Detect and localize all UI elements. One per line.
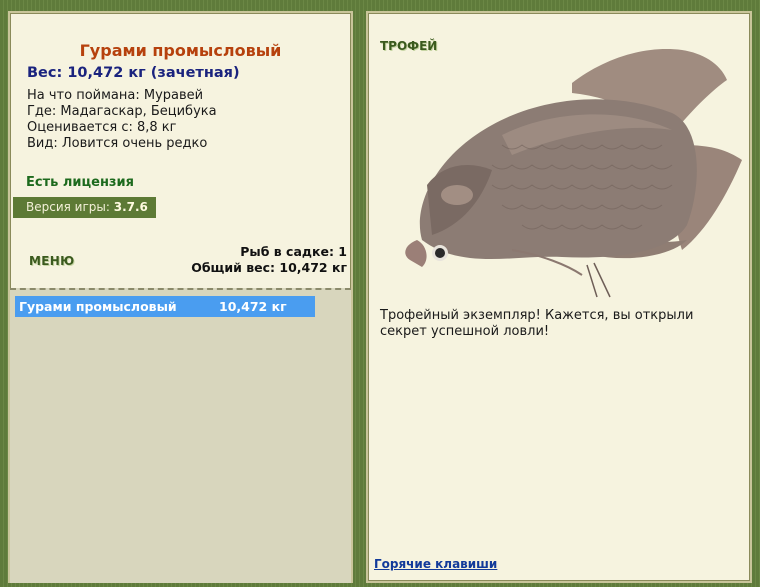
keepnet-list: Гурами промысловый 10,472 кг [10, 288, 351, 583]
version-value: 3.7.6 [113, 200, 148, 214]
game-version-bar: Версия игры: 3.7.6 [13, 197, 156, 218]
list-item[interactable]: Гурами промысловый 10,472 кг [15, 296, 315, 317]
fish-view: Вид: Ловится очень редко [27, 136, 208, 151]
fish-title: Гурами промысловый [79, 41, 282, 60]
trophy-label: ТРОФЕЙ [380, 39, 438, 53]
menu-button[interactable]: МЕНЮ [29, 254, 74, 268]
fish-bait: На что поймана: Муравей [27, 88, 204, 103]
hotkeys-link[interactable]: Горячие клавиши [374, 557, 497, 571]
trophy-message: Трофейный экземпляр! Кажется, вы открыли… [380, 308, 694, 339]
giant-gourami-fish-picture [405, 49, 742, 298]
license-status: Есть лицензия [26, 175, 134, 190]
list-item-name: Гурами промысловый [19, 299, 177, 314]
fish-place: Где: Мадагаскар, Бецибука [27, 104, 217, 119]
keepnet-total-weight: Общий вес: 10,472 кг [191, 260, 347, 275]
keepnet-stats: Рыб в садке: 1 Общий вес: 10,472 кг [191, 244, 347, 276]
fish-weight: Вес: 10,472 кг (зачетная) [27, 65, 240, 81]
keepnet-count: Рыб в садке: 1 [240, 244, 347, 259]
fish-rating: Оценивается с: 8,8 кг [27, 120, 177, 135]
catch-info-panel: Гурами промысловый Вес: 10,472 кг (зачет… [8, 11, 353, 583]
version-label: Версия игры: [26, 200, 110, 214]
fish-details: На что поймана: Муравей Где: Мадагаскар,… [27, 88, 217, 152]
trophy-panel: ТРОФЕЙ Трофейный экземпляр! Кажется, вы … [366, 11, 752, 583]
list-item-weight: 10,472 кг [219, 299, 287, 314]
